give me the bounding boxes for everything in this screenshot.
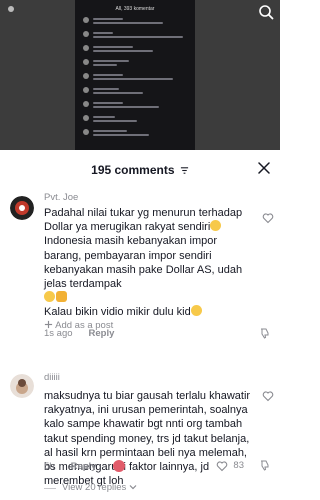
comment-text: maksudnya tu biar gausah terlalu khawati… (44, 390, 251, 488)
comment-time: 5h (44, 461, 55, 472)
comment-text: Padahal nilai tukar yg menurun terhadap … (44, 206, 254, 320)
add-as-post-button[interactable]: Add as a post (44, 320, 113, 331)
comment-username[interactable]: Pvt. Joe (44, 192, 78, 203)
like-heart-icon[interactable] (262, 390, 274, 402)
add-as-post-label: Add as a post (55, 320, 114, 331)
comment-item: diiiii maksudnya tu biar gausah terlalu … (0, 372, 280, 500)
like-heart-icon[interactable] (216, 460, 228, 472)
video-player[interactable]: All, 393 komentar (0, 0, 280, 150)
sheet-header: 195 comments (0, 150, 280, 186)
comments-count-label: 195 comments (91, 163, 175, 177)
reply-button[interactable]: Reply (71, 461, 97, 472)
like-heart-icon[interactable] (262, 212, 274, 224)
video-frame: All, 393 komentar (75, 0, 195, 150)
laugh-emoji-icon (44, 291, 55, 303)
like-count: 83 (233, 460, 244, 471)
video-inner-title: All, 393 komentar (115, 6, 155, 12)
replies-divider (44, 488, 56, 489)
avatar[interactable] (10, 196, 34, 220)
emoji-icon (210, 220, 222, 232)
sort-filter-icon[interactable] (180, 166, 189, 175)
comment-meta: 5h Reply (44, 460, 126, 472)
comment-item: Pvt. Joe Padahal nilai tukar yg menurun … (0, 192, 280, 342)
emoji-icon (190, 305, 202, 317)
comment-username[interactable]: diiiii (44, 372, 60, 383)
comment-text-line-3: Kalau bikin vidio mikir dulu kid (44, 306, 191, 319)
dislike-icon[interactable] (258, 327, 270, 339)
back-icon[interactable] (8, 6, 14, 12)
view-replies-label: View 20 replies (62, 482, 127, 493)
creator-liked-avatar (113, 460, 126, 472)
search-icon[interactable] (258, 4, 274, 20)
comments-sheet: 195 comments Pvt. Joe Padahal nilai tuka… (0, 150, 280, 500)
ok-hand-emoji-icon (56, 291, 67, 303)
comments-count-title: 195 comments (0, 163, 280, 177)
plus-icon (44, 320, 53, 329)
comment-text-line-2: Indonesia masih kebanyakan impor barang,… (44, 235, 243, 291)
dislike-icon[interactable] (258, 459, 270, 471)
view-replies-button[interactable]: View 20 replies (62, 482, 137, 493)
close-icon[interactable] (258, 162, 270, 174)
chevron-down-icon (129, 485, 137, 490)
avatar[interactable] (10, 374, 34, 398)
